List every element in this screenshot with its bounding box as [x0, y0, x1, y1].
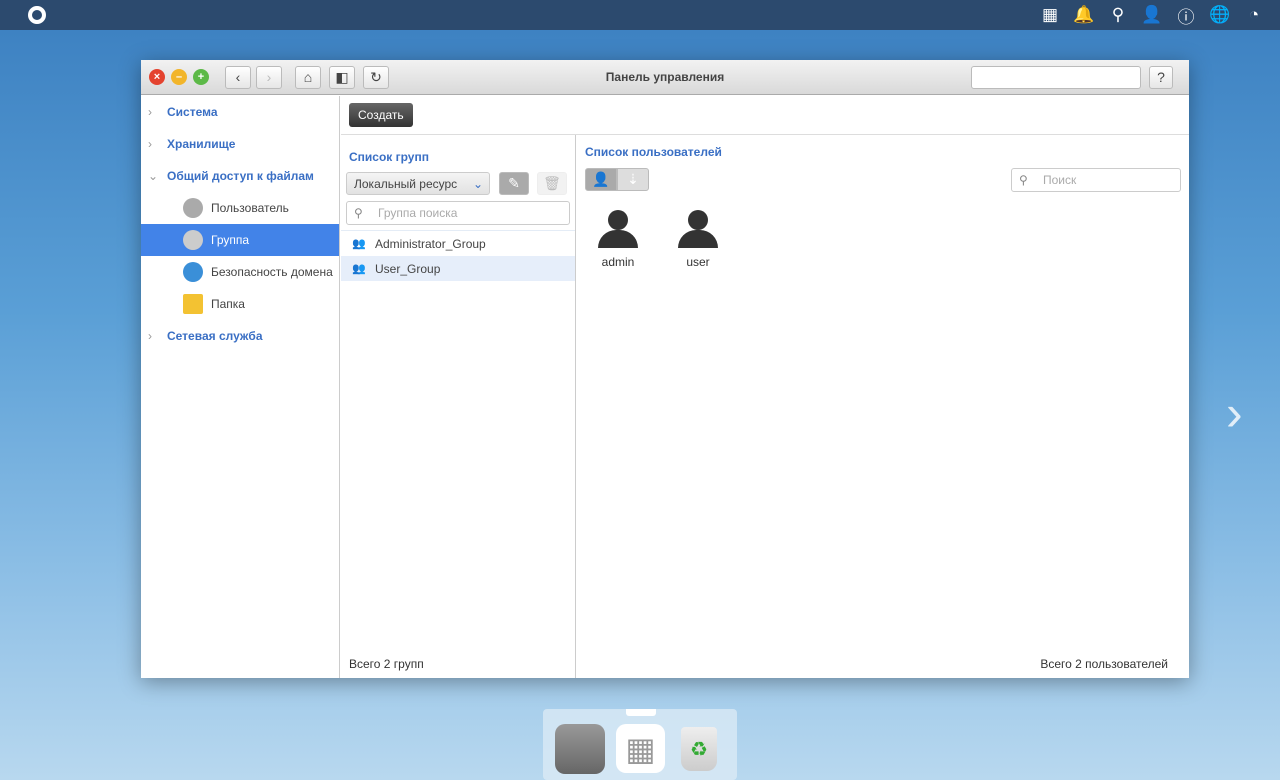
control-panel-app-icon[interactable]	[555, 724, 605, 774]
label: Локальный ресурс	[354, 177, 458, 191]
sidebar-item-file-sharing[interactable]: ⌄ Общий доступ к файлам	[141, 160, 339, 192]
bell-icon[interactable]: 🔔	[1072, 3, 1096, 27]
help-icon[interactable]: ⓘ	[1174, 3, 1198, 27]
view-icons-button[interactable]: 👤	[585, 168, 617, 191]
placeholder: Поиск	[1043, 173, 1077, 187]
minimize-icon[interactable]: –	[171, 69, 187, 85]
sort-az-button[interactable]: ⇣	[617, 168, 649, 191]
group-panel: Список групп Локальный ресурс ⌄ ✎ 🗑 ⚲ Груп…	[341, 135, 576, 678]
globe-icon[interactable]: 🌐	[1208, 3, 1232, 27]
control-panel-window: × – + ‹ › ⌂ ◧ ↻ Панель управления ? › Сис…	[141, 60, 1189, 678]
dock: ▦ ♻	[543, 709, 737, 780]
label: Хранилище	[167, 137, 236, 151]
next-page-arrow-icon[interactable]: ›	[1226, 384, 1243, 442]
search-icon: ⚲	[354, 206, 363, 220]
group-list-title: Список групп	[349, 150, 429, 164]
avatar	[608, 210, 628, 230]
refresh-button[interactable]: ↻	[363, 65, 389, 89]
sidebar-toggle-button[interactable]: ◧	[329, 65, 355, 89]
sidebar-item-network[interactable]: › Сетевая служба	[141, 320, 339, 352]
label: Папка	[211, 297, 245, 311]
forward-button[interactable]: ›	[256, 65, 282, 89]
group-icon: 👥	[352, 238, 366, 250]
group-search-input[interactable]: ⚲ Группа поиска	[346, 201, 570, 225]
group-row[interactable]: 👥 User_Group	[341, 256, 575, 281]
user-tile[interactable]: user	[668, 210, 728, 269]
source-select[interactable]: Локальный ресурс ⌄	[346, 172, 490, 195]
label: user	[686, 255, 710, 269]
sidebar-item-domain-security[interactable]: Безопасность домена	[141, 256, 339, 288]
home-button[interactable]: ⌂	[295, 65, 321, 89]
placeholder: Группа поиска	[378, 206, 458, 220]
edit-button[interactable]: ✎	[499, 172, 529, 195]
avatar	[688, 210, 708, 230]
user-search-input[interactable]: ⚲ Поиск	[1011, 168, 1181, 192]
sidebar-item-user[interactable]: Пользователь	[141, 192, 339, 224]
help-button[interactable]: ?	[1149, 65, 1173, 89]
folder-icon	[183, 294, 203, 314]
user-list-title: Список пользователей	[585, 145, 722, 159]
sidebar-item-group[interactable]: Группа	[141, 224, 339, 256]
user-icon	[183, 198, 203, 218]
dashboard-icon[interactable]: ◔	[1242, 3, 1266, 27]
label: User_Group	[375, 261, 441, 276]
back-button[interactable]: ‹	[225, 65, 251, 89]
label: Общий доступ к файлам	[167, 169, 314, 183]
user-panel: Список пользователей 👤 ⇣ ⚲ Поиск admin us…	[577, 135, 1189, 678]
globe-icon	[183, 262, 203, 282]
sidebar: › Система › Хранилище ⌄ Общий доступ к файл…	[141, 96, 340, 678]
delete-button[interactable]: 🗑	[537, 172, 567, 195]
maximize-icon[interactable]: +	[193, 69, 209, 85]
label: Administrator_Group	[375, 236, 486, 251]
user-tile[interactable]: admin	[588, 210, 648, 269]
sidebar-item-folder[interactable]: Папка	[141, 288, 339, 320]
logo-icon[interactable]	[28, 6, 46, 24]
create-button[interactable]: Создать	[349, 103, 413, 127]
group-total: Всего 2 групп	[349, 657, 424, 671]
top-bar: ▦ 🔔 ⚲ 👤 ⓘ 🌐 ◔	[0, 0, 1280, 30]
user-total: Всего 2 пользователей	[1040, 657, 1168, 671]
group-icon	[183, 230, 203, 250]
user-icon[interactable]: 👤	[1140, 3, 1164, 27]
label: admin	[601, 255, 635, 269]
apps-grid-icon[interactable]: ▦	[616, 724, 665, 773]
recycle-bin-icon[interactable]: ♻	[681, 727, 717, 771]
group-row[interactable]: 👥 Administrator_Group	[341, 231, 575, 256]
label: Сетевая служба	[167, 329, 263, 343]
group-icon: 👥	[352, 263, 366, 275]
apps-icon[interactable]: ▦	[1038, 3, 1062, 27]
sidebar-item-system[interactable]: › Система	[141, 96, 339, 128]
window-search-input[interactable]	[971, 65, 1141, 89]
label: Группа	[211, 233, 250, 247]
search-icon: ⚲	[1019, 173, 1028, 187]
search-icon[interactable]: ⚲	[1106, 3, 1130, 27]
close-icon[interactable]: ×	[149, 69, 165, 85]
label: Безопасность домена	[211, 265, 333, 279]
label: Пользователь	[211, 201, 289, 215]
sidebar-item-storage[interactable]: › Хранилище	[141, 128, 339, 160]
label: Система	[167, 105, 218, 119]
